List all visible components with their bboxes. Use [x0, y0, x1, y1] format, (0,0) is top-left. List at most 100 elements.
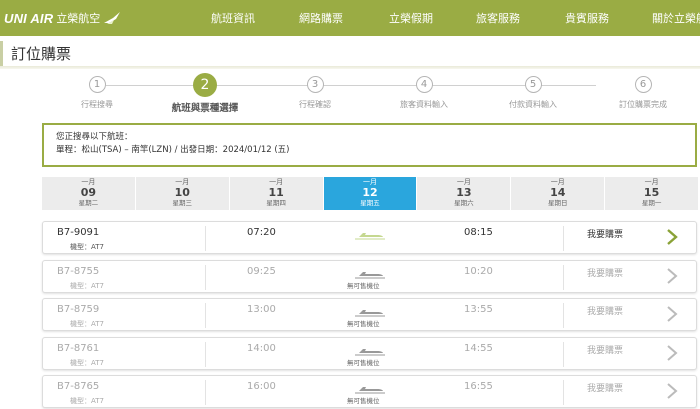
- date-day: 15: [643, 186, 660, 199]
- nav-about[interactable]: 關於立榮航: [652, 10, 700, 26]
- date-day: 14: [550, 186, 566, 199]
- step-3-label: 行程確認: [299, 100, 331, 109]
- departure-time: 13:00: [247, 304, 276, 315]
- flight-row-b7-8761: B7-8761 機型：AT7 14:00 無可售機位 14:55 我要購票: [42, 337, 697, 370]
- seat-status: 無可售機位: [347, 320, 380, 328]
- row-divider: [563, 303, 564, 328]
- step-6-label: 訂位購票完成: [619, 100, 667, 109]
- page-heading-area: [0, 36, 700, 70]
- date-weekday: 星期六: [454, 199, 474, 207]
- departure-time: 16:00: [247, 381, 276, 392]
- arrival-time: 14:55: [464, 343, 493, 354]
- row-divider: [205, 380, 206, 405]
- row-divider: [563, 265, 564, 290]
- date-tab-0109[interactable]: 一月 09 星期二: [42, 177, 136, 210]
- booking-progress-steps: 1 行程搜尋 2 航班與票種選擇 3 行程確認 4 旅客資料輸入 5 付款資料輸…: [0, 73, 700, 114]
- step-6-circle: 6: [634, 76, 652, 93]
- aircraft-type: 機型：AT7: [70, 243, 104, 251]
- plane-icon: [355, 272, 385, 279]
- step-1-label: 行程搜尋: [81, 100, 113, 109]
- step-2-label: 航班與票種選擇: [171, 103, 239, 114]
- row-divider: [563, 342, 564, 367]
- buy-ticket-link[interactable]: 我要購票: [587, 227, 623, 240]
- flight-row-b7-9091[interactable]: B7-9091 機型：AT7 07:20 08:15 我要購票: [42, 221, 697, 254]
- aircraft-type: 機型：AT7: [70, 397, 104, 405]
- plane-icon: [355, 310, 385, 317]
- aircraft-type: 機型：AT7: [70, 282, 104, 290]
- date-weekday: 星期五: [360, 199, 380, 207]
- step-4-label: 旅客資料輸入: [400, 100, 448, 109]
- chevron-right-icon: [667, 268, 678, 284]
- flight-row-b7-8765: B7-8765 機型：AT7 16:00 無可售機位 16:55 我要購票: [42, 375, 697, 408]
- arrival-time: 13:55: [464, 304, 493, 315]
- date-selector: 一月 09 星期二 一月 10 星期三 一月 11 星期四 一月 12 星期五 …: [42, 177, 699, 210]
- row-divider: [563, 226, 564, 251]
- row-divider: [563, 380, 564, 405]
- date-tab-0115[interactable]: 一月 15 星期一: [605, 177, 699, 210]
- flight-number: B7-8755: [57, 266, 100, 277]
- logo-bird-icon: [104, 12, 121, 24]
- nav-vip-service[interactable]: 貴賓服務: [565, 10, 609, 26]
- title-accent-bar: [0, 41, 3, 68]
- seat-status: 無可售機位: [347, 397, 380, 405]
- plane-icon: [355, 387, 385, 394]
- nav-flight-info[interactable]: 航班資訊: [211, 10, 255, 26]
- flight-number: B7-9091: [57, 227, 100, 238]
- arrival-time: 16:55: [464, 381, 493, 392]
- date-day: 13: [456, 186, 472, 199]
- date-day: 10: [174, 186, 190, 199]
- date-weekday: 星期一: [641, 199, 662, 207]
- top-nav-bar: UNI AIR 立榮航空 航班資訊 網路購票 立榮假期 旅客服務 貴賓服務 關於…: [0, 0, 700, 36]
- chevron-right-icon: [667, 306, 678, 322]
- row-divider: [205, 265, 206, 290]
- arrival-time: 08:15: [464, 227, 493, 238]
- date-weekday: 星期二: [78, 199, 99, 207]
- search-summary-box: 您正搜尋以下航班： 單程：松山(TSA) – 南竿(LZN) / 出發日期：20…: [42, 123, 697, 167]
- step-5: 5 付款資料輸入: [488, 74, 578, 110]
- chevron-right-icon: [667, 383, 678, 399]
- step-4: 4 旅客資料輸入: [379, 74, 469, 110]
- row-divider: [205, 303, 206, 328]
- departure-time: 07:20: [247, 227, 276, 238]
- plane-icon: [355, 349, 385, 356]
- aircraft-type: 機型：AT7: [70, 320, 104, 328]
- step-2-circle: 2: [193, 73, 217, 97]
- date-tab-0114[interactable]: 一月 14 星期日: [511, 177, 606, 210]
- search-summary-heading: 您正搜尋以下航班：: [56, 132, 133, 142]
- step-1-circle: 1: [88, 76, 106, 93]
- logo-text-zh: 立榮航空: [56, 12, 101, 25]
- buy-ticket-link: 我要購票: [587, 346, 624, 356]
- step-3-circle: 3: [306, 76, 324, 93]
- flight-number: B7-8759: [57, 304, 100, 315]
- nav-uni-holidays[interactable]: 立榮假期: [389, 10, 433, 26]
- flight-row-b7-8755: B7-8755 機型：AT7 09:25 無可售機位 10:20 我要購票: [42, 260, 697, 293]
- search-summary-route: 單程：松山(TSA) – 南竿(LZN) / 出發日期：2024/01/12 (…: [56, 145, 290, 155]
- chevron-right-icon[interactable]: [665, 227, 679, 247]
- date-tab-0111[interactable]: 一月 11 星期四: [229, 177, 324, 210]
- date-tab-0112-selected[interactable]: 一月 12 星期五: [323, 177, 418, 210]
- buy-ticket-link: 我要購票: [587, 269, 624, 279]
- step-5-label: 付款資料輸入: [509, 100, 557, 109]
- logo-text-en: UNI AIR: [4, 10, 54, 26]
- nav-passenger-service[interactable]: 旅客服務: [476, 10, 520, 26]
- buy-ticket-link: 我要購票: [587, 307, 624, 317]
- flight-row-b7-8759: B7-8759 機型：AT7 13:00 無可售機位 13:55 我要購票: [42, 298, 697, 331]
- date-tab-0113[interactable]: 一月 13 星期六: [417, 177, 512, 210]
- step-6: 6 訂位購票完成: [598, 74, 688, 110]
- flight-number: B7-8765: [57, 381, 100, 392]
- date-weekday: 星期三: [172, 199, 193, 207]
- nav-online-booking[interactable]: 網路購票: [299, 10, 343, 26]
- seat-status: 無可售機位: [347, 282, 380, 290]
- flight-number: B7-8761: [57, 343, 100, 354]
- row-divider: [205, 342, 206, 367]
- date-tab-0110[interactable]: 一月 10 星期三: [135, 177, 230, 210]
- uni-air-logo[interactable]: UNI AIR 立榮航空: [4, 9, 121, 27]
- departure-time: 09:25: [247, 266, 276, 277]
- plane-icon: [355, 233, 385, 240]
- chevron-right-icon: [667, 345, 678, 361]
- step-4-circle: 4: [415, 76, 433, 93]
- date-weekday: 星期四: [266, 199, 286, 207]
- aircraft-type: 機型：AT7: [70, 359, 104, 367]
- step-5-circle: 5: [524, 76, 542, 93]
- date-weekday: 星期日: [547, 199, 568, 207]
